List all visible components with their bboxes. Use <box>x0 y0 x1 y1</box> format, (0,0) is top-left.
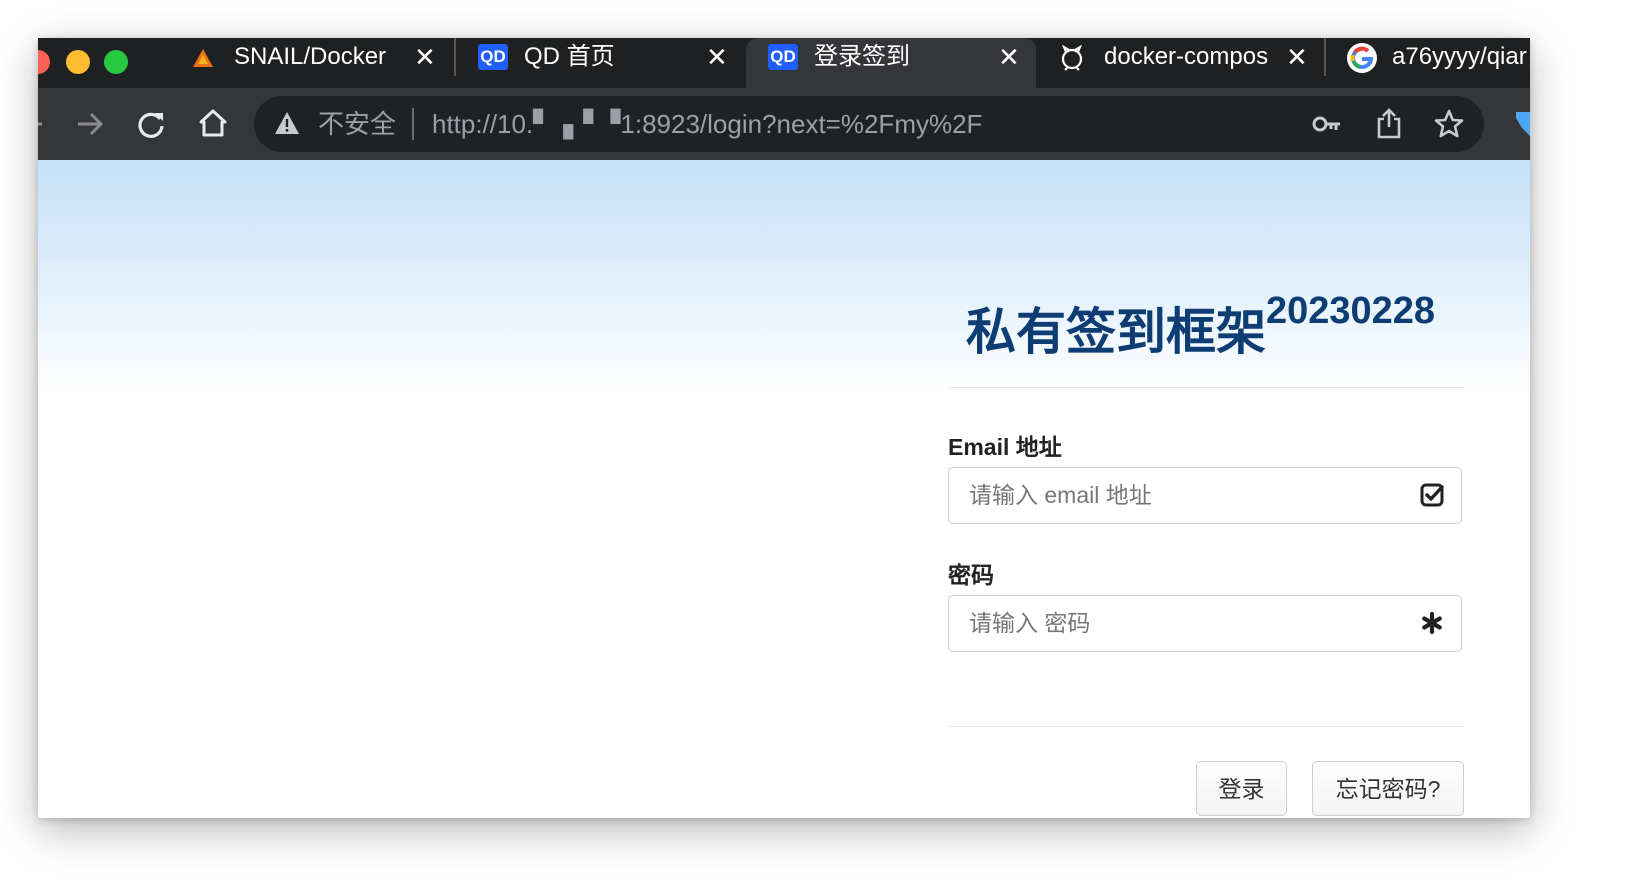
asterisk-icon <box>1422 611 1442 635</box>
forgot-password-button[interactable]: 忘记密码? <box>1312 761 1464 816</box>
tab-title: QD 首页 <box>524 44 615 70</box>
tab-separator <box>1324 38 1326 76</box>
password-field[interactable] <box>948 595 1462 652</box>
tab-separator <box>454 38 456 76</box>
forward-arrow-icon[interactable] <box>76 112 104 136</box>
email-label: Email 地址 <box>948 434 1062 460</box>
tab-strip: SNAIL/Docker ✕ QD QD 首页 ✕ QD 登录签到 ✕ dock… <box>38 38 1530 88</box>
tab-qd-home[interactable]: QD QD 首页 ✕ <box>462 38 748 88</box>
email-field[interactable] <box>948 467 1462 524</box>
page-title-version: 20230228 <box>1266 290 1436 332</box>
maximize-window-button[interactable] <box>104 50 128 74</box>
qd-logo-icon: QD <box>768 44 798 70</box>
email-input[interactable] <box>969 468 1409 523</box>
login-button[interactable]: 登录 <box>1196 761 1287 816</box>
divider <box>948 726 1464 727</box>
browser-toolbar: 不安全 http://10.▘▗▝ ▝1:8923/login?next=%2F… <box>38 88 1530 160</box>
tab-close-button[interactable]: ✕ <box>1286 44 1308 70</box>
share-icon[interactable] <box>1376 107 1402 139</box>
minimize-window-button[interactable] <box>66 50 90 74</box>
url-text[interactable]: http://10.▘▗▝ ▝1:8923/login?next=%2Fmy%2… <box>432 109 982 139</box>
reload-icon[interactable] <box>136 109 166 139</box>
password-label: 密码 <box>948 562 994 588</box>
page-content: 私有签到框架20230228 Email 地址 密码 <box>38 160 1530 818</box>
back-arrow-icon[interactable] <box>38 118 42 130</box>
address-bar[interactable]: 不安全 http://10.▘▗▝ ▝1:8923/login?next=%2F… <box>254 96 1484 152</box>
tab-login-signin[interactable]: QD 登录签到 ✕ <box>746 38 1036 88</box>
page-title-text: 私有签到框架 <box>966 304 1266 360</box>
close-window-button[interactable] <box>38 50 50 74</box>
warning-icon <box>275 112 299 134</box>
page-title: 私有签到框架20230228 <box>966 290 1436 364</box>
qd-logo-icon: QD <box>478 44 508 70</box>
tab-title: docker-compos <box>1104 44 1269 70</box>
tab-close-button[interactable]: ✕ <box>706 44 728 70</box>
browser-window: SNAIL/Docker ✕ QD QD 首页 ✕ QD 登录签到 ✕ dock… <box>38 38 1530 818</box>
address-divider <box>412 108 414 140</box>
extension-icon[interactable] <box>1514 110 1530 138</box>
divider <box>948 387 1464 388</box>
bookmark-star-icon[interactable] <box>1434 109 1464 139</box>
key-icon[interactable] <box>1312 113 1342 135</box>
tab-title: SNAIL/Docker <box>234 44 387 70</box>
tab-close-button[interactable]: ✕ <box>414 44 436 70</box>
tab-title: a76yyyy/qiar <box>1392 44 1527 70</box>
password-input[interactable] <box>969 596 1409 651</box>
home-icon[interactable] <box>198 108 228 138</box>
google-icon <box>1347 43 1377 73</box>
tab-close-button[interactable]: ✕ <box>998 44 1020 70</box>
tab-github-repo[interactable]: a76yyyy/qiar <box>1332 38 1530 88</box>
tab-title: 登录签到 <box>814 44 910 70</box>
check-square-icon <box>1420 483 1444 507</box>
tab-snail-docker[interactable]: SNAIL/Docker ✕ <box>178 38 448 88</box>
warning-triangle-icon <box>193 49 213 67</box>
github-icon <box>1061 45 1083 71</box>
tab-docker-compose[interactable]: docker-compos ✕ <box>1040 38 1322 88</box>
security-label[interactable]: 不安全 <box>318 109 396 139</box>
